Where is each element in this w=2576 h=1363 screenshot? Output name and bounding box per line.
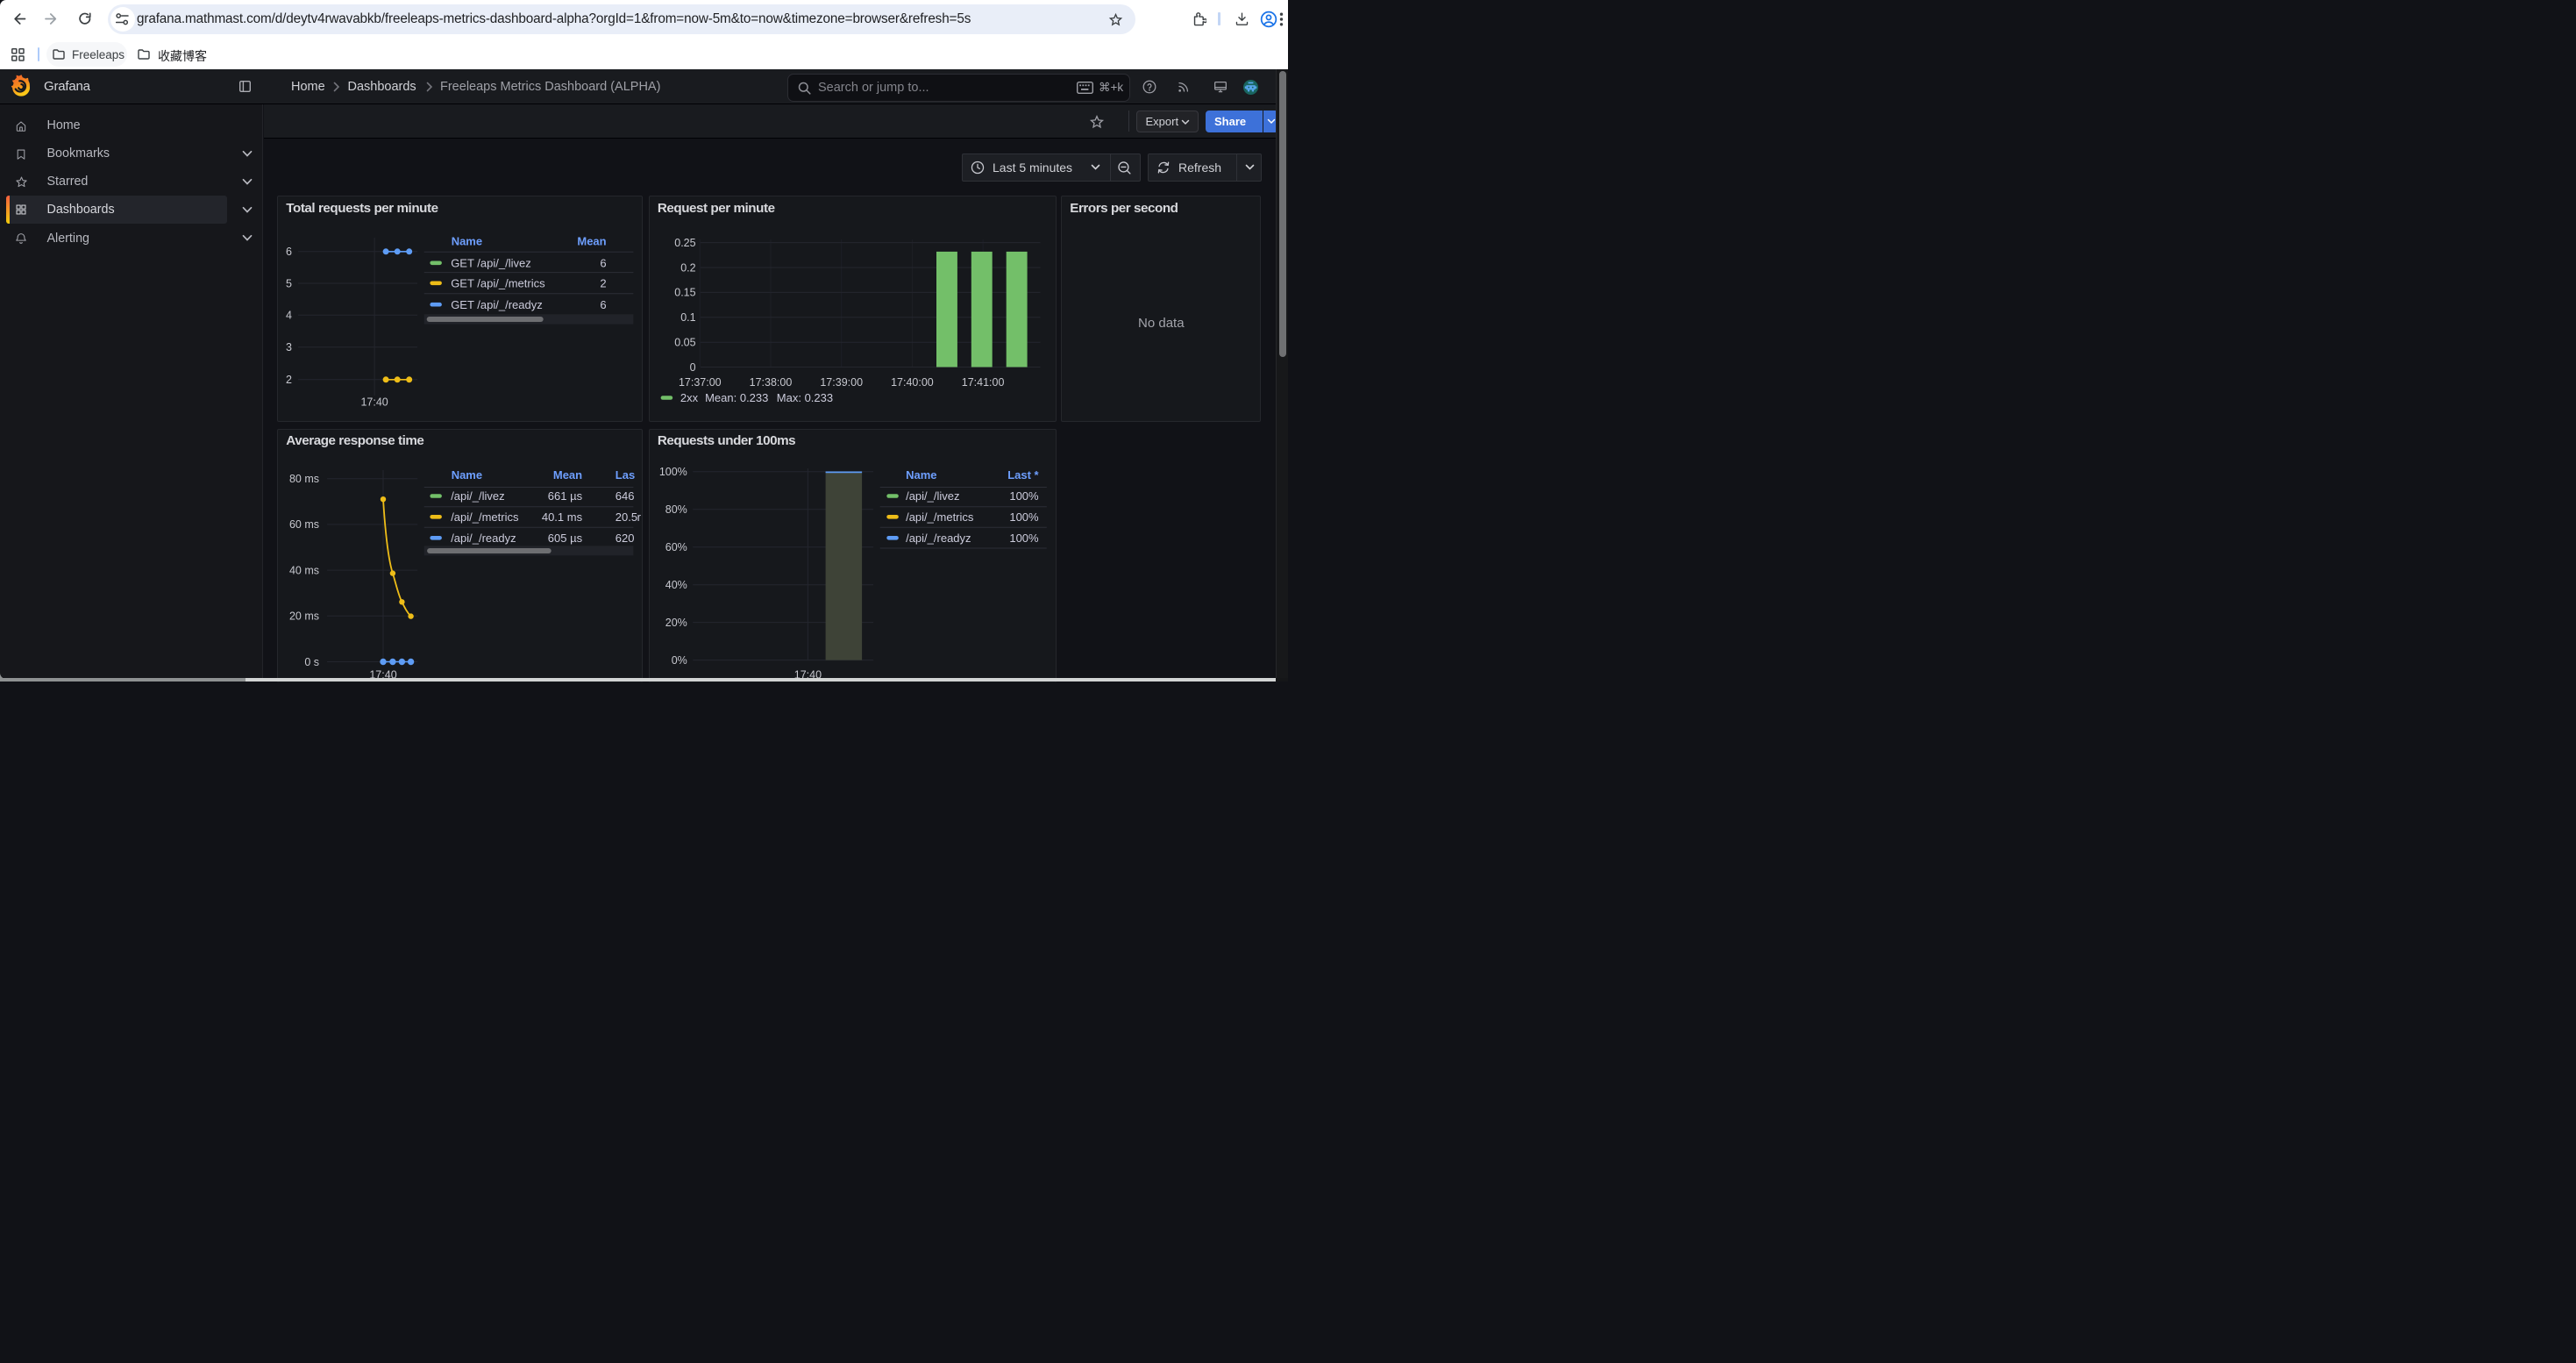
svg-text:GET /api/_/metrics: GET /api/_/metrics — [451, 277, 545, 290]
svg-text:0.15: 0.15 — [674, 287, 695, 299]
svg-text:100%: 100% — [1009, 531, 1039, 544]
svg-text:20.5: 20.5 — [616, 510, 637, 523]
svg-text:17:38:00: 17:38:00 — [750, 376, 793, 389]
svg-text:GET /api/_/livez: GET /api/_/livez — [451, 256, 531, 269]
svg-text:80 ms: 80 ms — [289, 473, 319, 485]
svg-text:r: r — [637, 510, 641, 523]
svg-text:40.1 ms: 40.1 ms — [542, 510, 583, 523]
svg-text:6: 6 — [601, 298, 607, 311]
svg-text:2: 2 — [601, 277, 607, 290]
svg-text:0 s: 0 s — [305, 655, 320, 667]
svg-text:5: 5 — [286, 277, 292, 289]
svg-text:2xx: 2xx — [680, 391, 699, 404]
svg-text:605 µs: 605 µs — [548, 531, 583, 544]
svg-text:17:39:00: 17:39:00 — [820, 376, 863, 389]
svg-text:Last *: Last * — [1007, 467, 1039, 481]
svg-text:100%: 100% — [1009, 510, 1039, 523]
svg-text:/api/_/metrics: /api/_/metrics — [451, 510, 519, 523]
svg-text:4: 4 — [286, 310, 292, 322]
svg-text:40%: 40% — [665, 579, 687, 591]
svg-text:Mean: 0.233: Mean: 0.233 — [705, 391, 768, 404]
svg-text:6: 6 — [286, 246, 292, 258]
svg-text:3: 3 — [286, 341, 292, 353]
svg-text:Name: Name — [452, 467, 482, 481]
svg-text:20 ms: 20 ms — [289, 610, 319, 622]
svg-text:620: 620 — [616, 531, 635, 544]
svg-text:Name: Name — [906, 467, 936, 481]
svg-text:/api/_/livez: /api/_/livez — [906, 489, 959, 503]
svg-text:Max: 0.233: Max: 0.233 — [777, 391, 833, 404]
svg-text:GET /api/_/readyz: GET /api/_/readyz — [451, 298, 543, 311]
svg-text:/api/_/readyz: /api/_/readyz — [906, 531, 971, 544]
svg-text:661 µs: 661 µs — [548, 489, 583, 503]
svg-text:100%: 100% — [659, 466, 687, 478]
svg-text:17:40:00: 17:40:00 — [891, 376, 934, 389]
svg-text:0: 0 — [690, 361, 696, 374]
svg-text:17:37:00: 17:37:00 — [679, 376, 722, 389]
svg-text:40 ms: 40 ms — [289, 564, 319, 576]
svg-text:0.05: 0.05 — [674, 337, 695, 349]
svg-text:646: 646 — [616, 489, 635, 503]
svg-text:60%: 60% — [665, 541, 687, 553]
svg-text:/api/_/metrics: /api/_/metrics — [906, 510, 974, 523]
svg-text:60 ms: 60 ms — [289, 518, 319, 531]
svg-text:0.1: 0.1 — [680, 311, 695, 324]
svg-text:20%: 20% — [665, 617, 687, 629]
svg-text:Name: Name — [452, 235, 482, 248]
svg-text:17:41:00: 17:41:00 — [962, 376, 1005, 389]
svg-text:17:40: 17:40 — [361, 396, 388, 409]
svg-text:0%: 0% — [672, 654, 687, 667]
svg-text:6: 6 — [601, 256, 607, 269]
svg-text:/api/_/readyz: /api/_/readyz — [451, 531, 516, 544]
svg-text:Mean: Mean — [578, 235, 607, 248]
svg-text:2: 2 — [286, 374, 292, 386]
svg-text:/api/_/livez: /api/_/livez — [451, 489, 504, 503]
svg-text:80%: 80% — [665, 503, 687, 516]
svg-text:100%: 100% — [1009, 489, 1039, 503]
svg-text:0.2: 0.2 — [680, 261, 695, 274]
svg-text:0.25: 0.25 — [674, 237, 695, 249]
svg-text:Mean: Mean — [553, 467, 582, 481]
svg-text:Las: Las — [616, 467, 635, 481]
